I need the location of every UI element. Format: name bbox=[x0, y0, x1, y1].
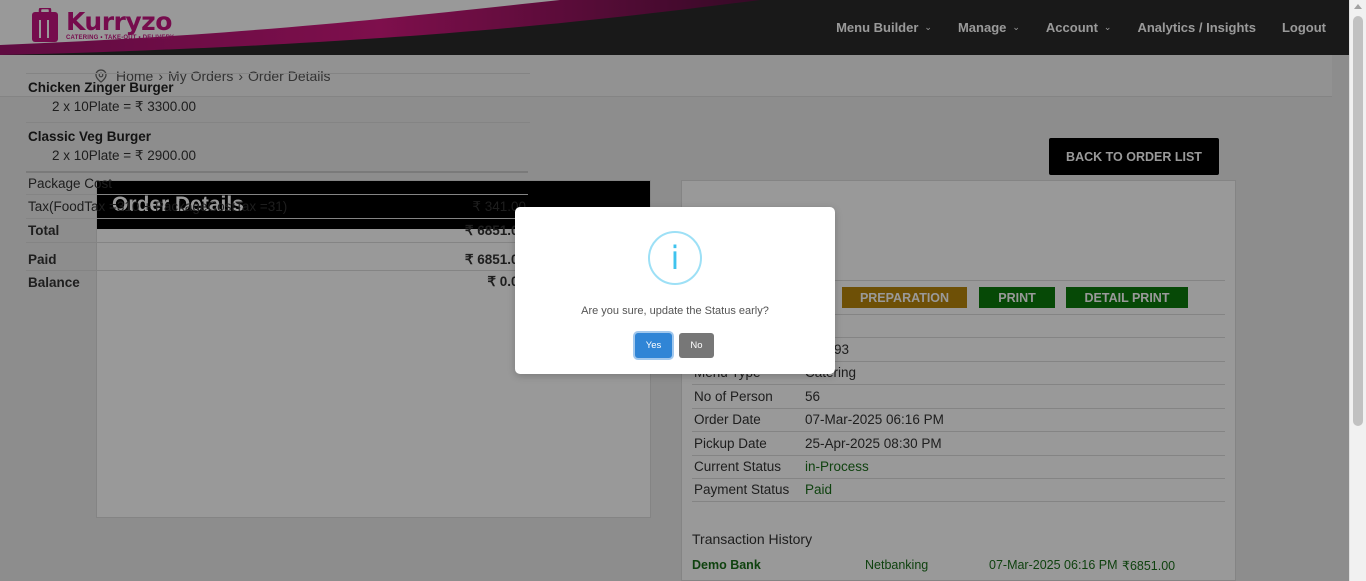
scroll-up-arrow-icon[interactable] bbox=[1354, 4, 1362, 9]
confirm-yes-button[interactable]: Yes bbox=[635, 333, 672, 358]
confirm-no-button[interactable]: No bbox=[679, 333, 714, 358]
confirm-message: Are you sure, update the Status early? bbox=[581, 305, 769, 317]
info-icon: i bbox=[648, 231, 702, 285]
scrollbar-thumb[interactable] bbox=[1353, 16, 1363, 426]
confirm-dialog: i Are you sure, update the Status early?… bbox=[515, 207, 835, 374]
vertical-scrollbar[interactable] bbox=[1349, 0, 1366, 581]
